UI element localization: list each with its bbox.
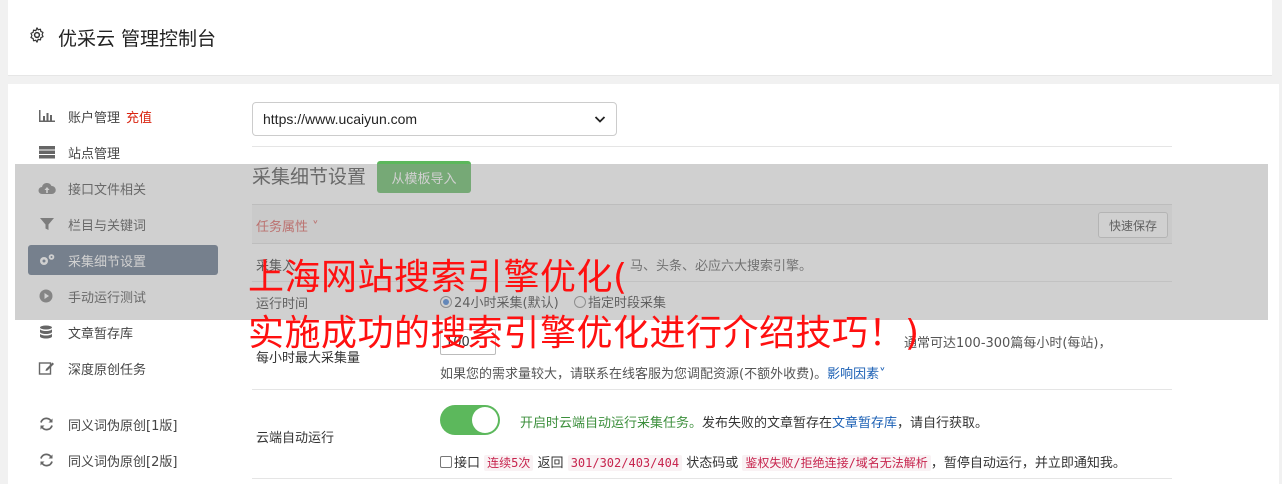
refresh-icon bbox=[40, 453, 53, 467]
divider bbox=[252, 478, 1172, 479]
ad-headline-1: 上海网站搜索引擎优化( bbox=[248, 257, 628, 298]
page-title: 优采云 管理控制台 bbox=[58, 28, 217, 50]
desc-text: 返回 bbox=[537, 456, 564, 471]
divider bbox=[252, 146, 1172, 147]
desc-text: ，暂停自动运行，并立即通知我。 bbox=[930, 456, 1126, 471]
sidebar-item-label: 同义词伪原创[1版] bbox=[68, 418, 178, 434]
ad-overlay bbox=[15, 164, 1268, 320]
interface-notify-option[interactable]: 接口 连续5次 返回 301/302/403/404 状态码或 鉴权失败/拒绝连… bbox=[440, 452, 1126, 471]
influence-factors-link[interactable]: 影响因素˅ bbox=[827, 367, 886, 382]
desc-text: 发布失败的文章暂存在 bbox=[702, 416, 833, 431]
code-tag: 连续5次 bbox=[484, 455, 534, 471]
notify-checkbox[interactable] bbox=[440, 456, 452, 468]
recharge-link[interactable]: 充值 bbox=[126, 107, 152, 126]
edit-icon bbox=[38, 362, 54, 375]
site-select-value: https://www.ucaiyun.com bbox=[263, 111, 418, 127]
sidebar-item-synonym-v1[interactable]: 同义词伪原创[1版] bbox=[28, 406, 218, 442]
server-icon bbox=[39, 146, 55, 159]
code-tag: 鉴权失败/拒绝连接/域名无法解析 bbox=[742, 455, 931, 471]
max-collect-desc-2: 如果您的需求量较大，请联系在线客服为您调配资源(不额外收费)。影响因素˅ bbox=[440, 363, 886, 382]
sidebar-item-label: 深度原创任务 bbox=[68, 362, 147, 378]
refresh-icon bbox=[40, 417, 53, 431]
chevron-down-icon bbox=[594, 116, 606, 123]
desc-text: 如果您的需求量较大，请联系在线客服为您调配资源(不额外收费)。 bbox=[440, 367, 828, 382]
gear-icon bbox=[30, 27, 44, 43]
bar-chart-icon bbox=[39, 110, 55, 122]
desc-text: ，请自行获取。 bbox=[897, 416, 989, 431]
max-collect-desc: 通常可达100-300篇每小时(每站)， bbox=[904, 336, 1112, 351]
sidebar-item-label: 账户管理 bbox=[68, 110, 121, 126]
ad-headline-2: 实施成功的搜索引擎优化进行介绍技巧！) bbox=[248, 313, 920, 354]
sidebar-item-deep-original[interactable]: 深度原创任务 bbox=[28, 350, 218, 386]
top-header: 优采云 管理控制台 bbox=[8, 0, 1279, 76]
cloud-run-desc: 开启时云端自动运行采集任务。发布失败的文章暂存在文章暂存库，请自行获取。 bbox=[520, 412, 988, 431]
sidebar-item-label: 站点管理 bbox=[68, 146, 121, 162]
code-tag: 301/302/403/404 bbox=[567, 455, 683, 471]
desc-text: 接口 bbox=[454, 456, 481, 471]
sidebar-item-label: 同义词伪原创[2版] bbox=[68, 454, 178, 470]
cloud-run-toggle[interactable] bbox=[440, 405, 500, 435]
sidebar-item-synonym-v2[interactable]: 同义词伪原创[2版] bbox=[28, 442, 218, 478]
sidebar-item-label: 文章暂存库 bbox=[68, 326, 134, 342]
database-icon bbox=[40, 325, 52, 339]
site-select[interactable]: https://www.ucaiyun.com bbox=[252, 102, 617, 136]
sidebar-item-account[interactable]: 账户管理 充值 bbox=[28, 98, 218, 134]
cloud-run-label: 云端自动运行 bbox=[256, 431, 335, 446]
cloud-run-status: 开启时云端自动运行采集任务。 bbox=[520, 416, 703, 431]
divider bbox=[252, 389, 1172, 390]
article-store-link[interactable]: 文章暂存库 bbox=[832, 416, 897, 431]
desc-text: 状态码或 bbox=[686, 456, 739, 471]
